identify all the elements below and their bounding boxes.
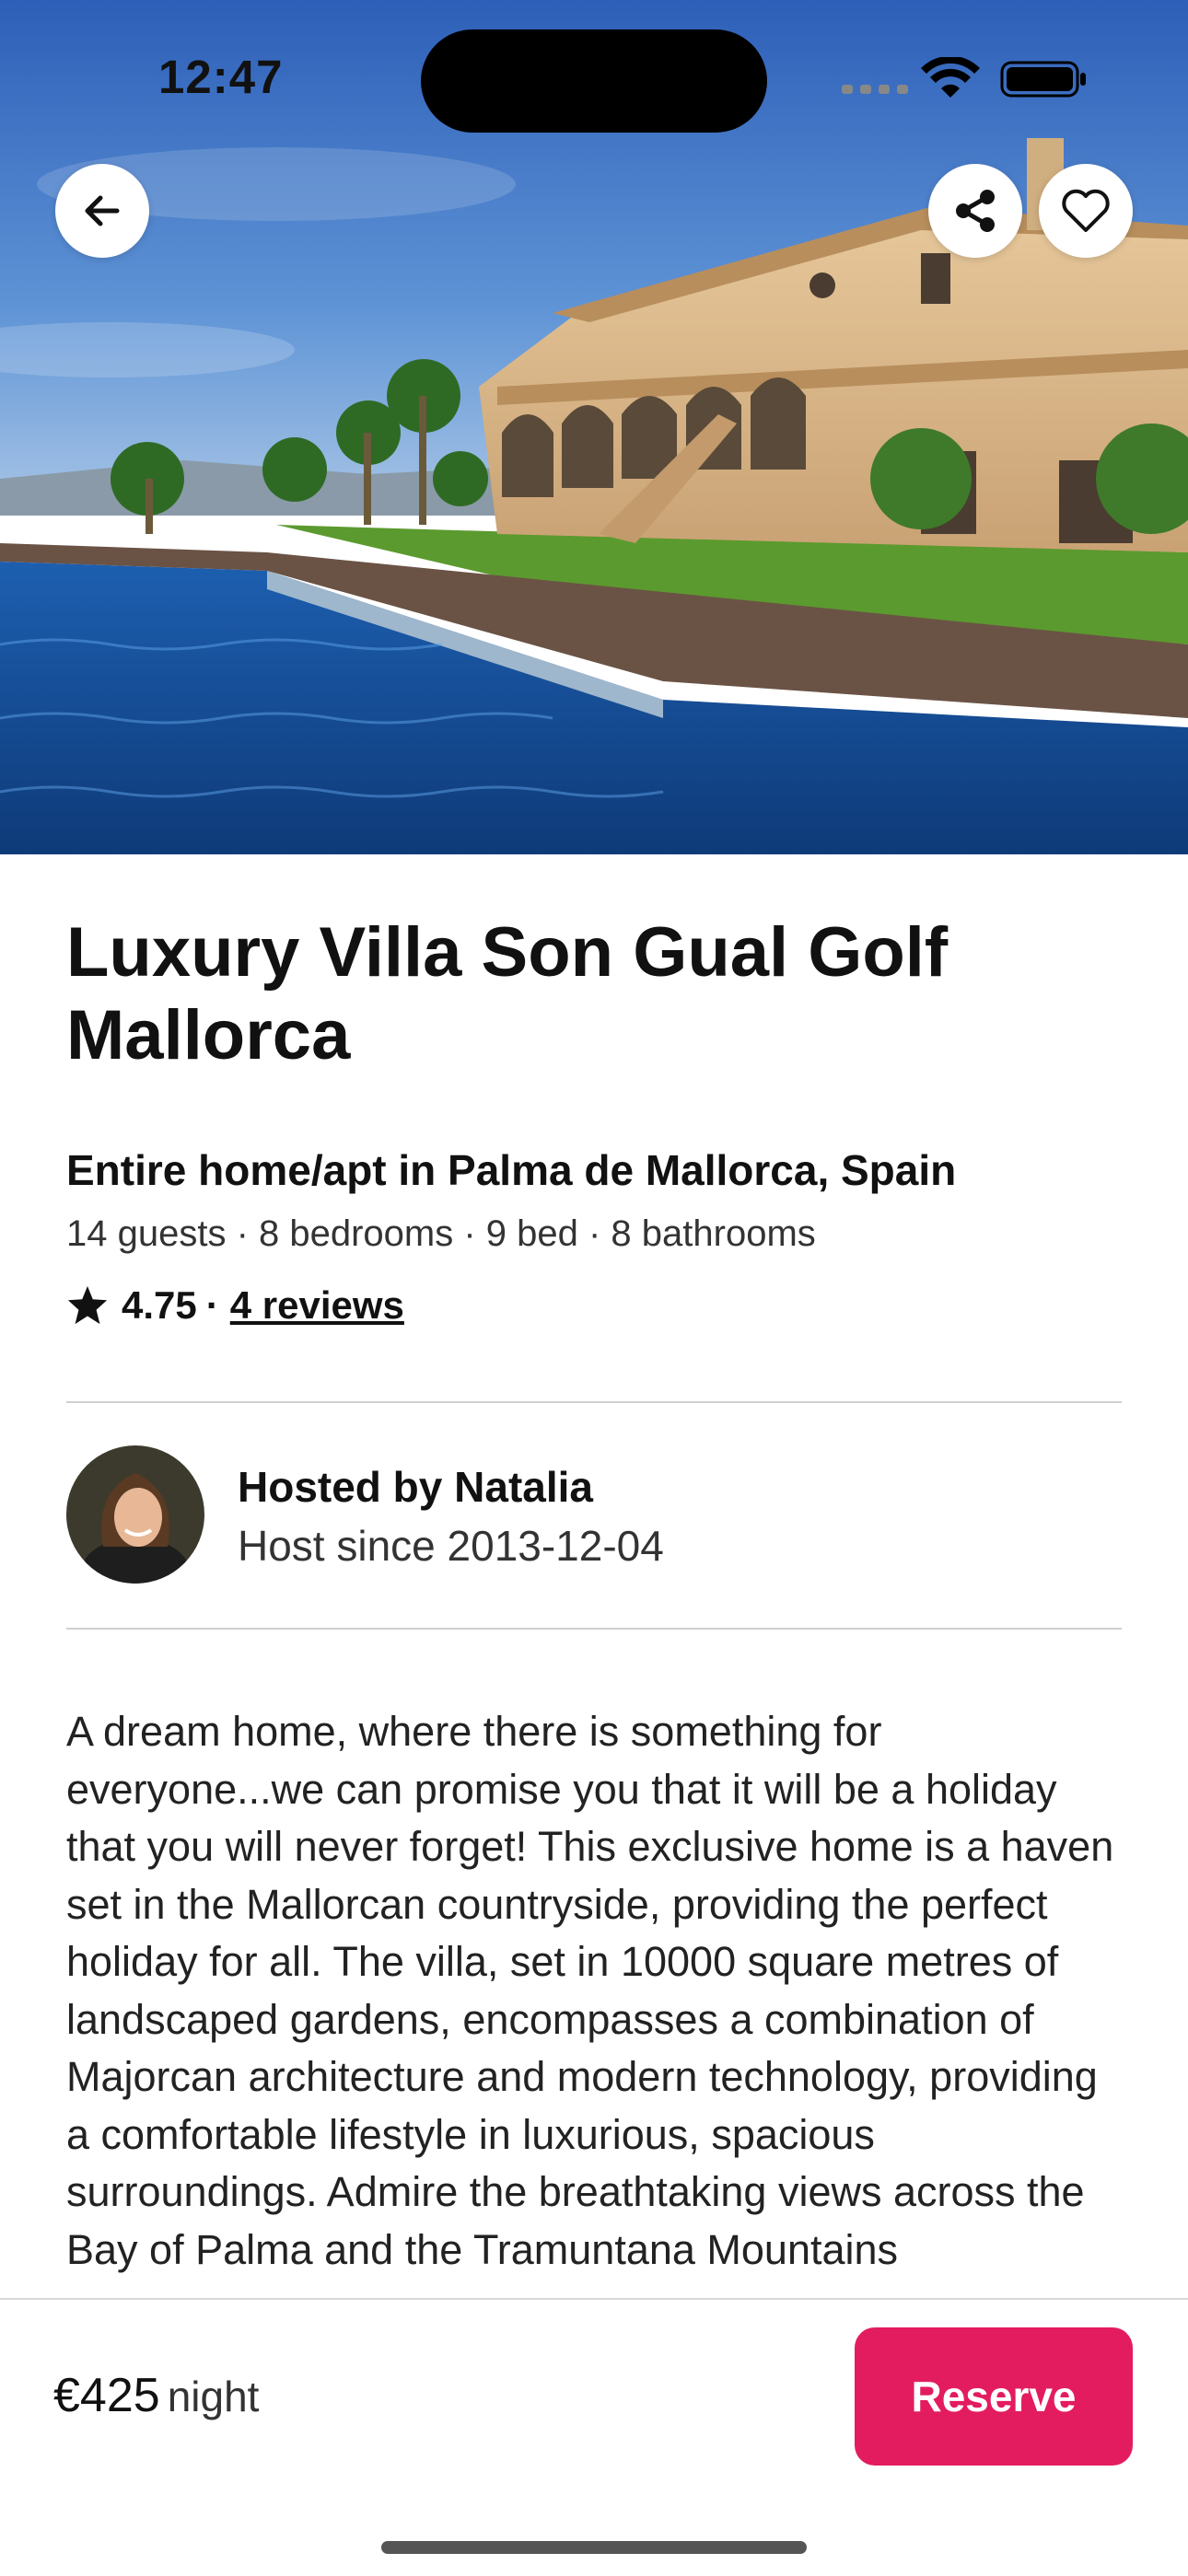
wifi-icon — [921, 57, 980, 98]
rating-row: 4.75 · 4 reviews — [66, 1283, 404, 1328]
status-bar: 12:47 — [0, 0, 1188, 157]
signal-icon — [842, 85, 908, 94]
listing-description: A dream home, where there is something f… — [66, 1708, 1114, 2273]
back-button[interactable] — [55, 164, 149, 258]
rating-separator: · — [205, 1283, 219, 1327]
booking-bar: €425 night Reserve — [0, 2298, 1188, 2576]
reserve-button[interactable]: Reserve — [855, 2327, 1133, 2466]
host-name: Hosted by Natalia — [238, 1463, 593, 1511]
host-since: Host since 2013-12-04 — [238, 1522, 664, 1570]
rating-value: 4.75 — [122, 1283, 197, 1327]
listing-header: Luxury Villa Son Gual Golf Mallorca — [66, 911, 1122, 1077]
divider — [66, 1628, 1122, 1630]
star-icon — [67, 1285, 108, 1325]
arrow-left-icon — [85, 195, 120, 226]
host-avatar[interactable] — [66, 1445, 204, 1584]
heart-icon — [1062, 189, 1110, 232]
price: €425 night — [53, 2368, 259, 2423]
share-icon — [956, 190, 995, 232]
share-button[interactable] — [928, 164, 1022, 258]
dynamic-island — [421, 29, 767, 133]
home-indicator[interactable] — [381, 2541, 807, 2554]
host-photo — [66, 1445, 204, 1584]
divider — [66, 1401, 1122, 1403]
reviews-link[interactable]: 4 reviews — [230, 1283, 404, 1328]
listing-subtitle: Entire home/apt in Palma de Mallorca, Sp… — [66, 1146, 957, 1194]
battery-icon — [1000, 61, 1086, 98]
price-unit: night — [167, 2373, 260, 2420]
status-time: 12:47 — [158, 51, 284, 103]
listing-specs: 14 guests · 8 bedrooms · 9 bed · 8 bathr… — [66, 1213, 816, 1254]
favorite-button[interactable] — [1039, 164, 1133, 258]
price-amount: €425 — [53, 2369, 160, 2422]
listing-title: Luxury Villa Son Gual Golf Mallorca — [66, 913, 949, 1074]
